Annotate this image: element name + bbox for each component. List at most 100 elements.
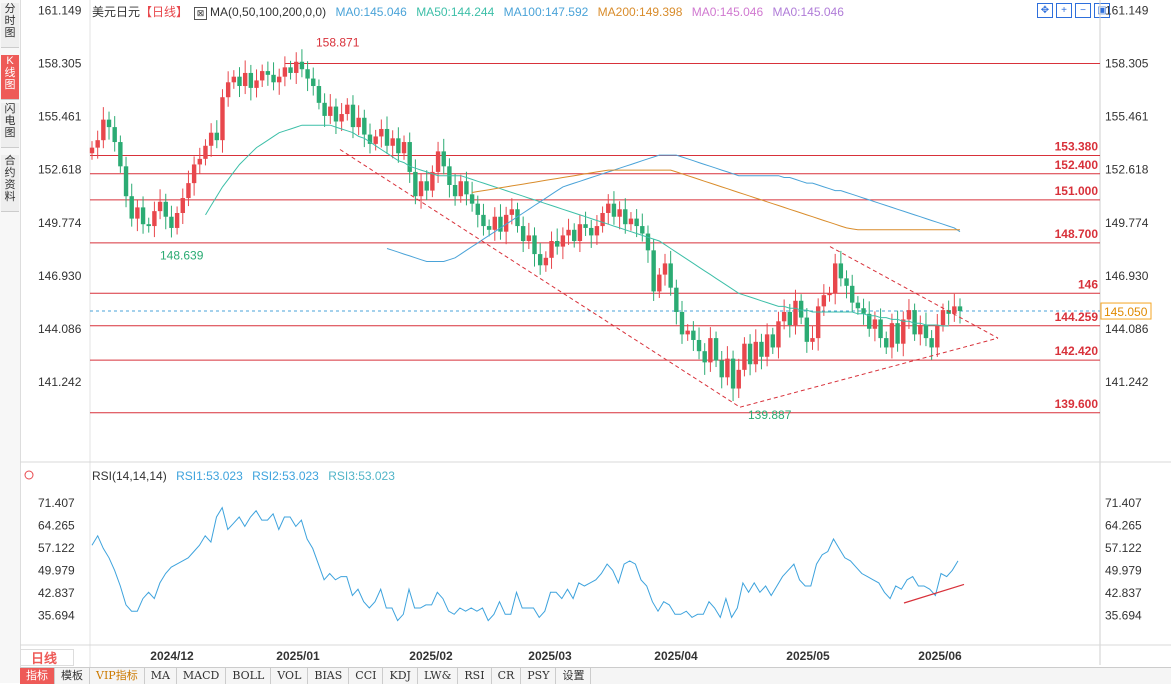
level-label: 144.259	[1055, 310, 1099, 324]
zoom-in-icon[interactable]: +	[1056, 3, 1072, 18]
side-tab-bar: 分时图 K线图 闪电图 合约资料	[0, 0, 21, 683]
candle-body	[248, 72, 254, 88]
candle-body	[884, 338, 889, 348]
candle-body	[543, 257, 549, 266]
rsi-tick-right: 35.694	[1105, 608, 1142, 622]
indicator-tab[interactable]: LW&	[418, 668, 459, 684]
candle-body	[396, 138, 401, 154]
indicator-tab[interactable]: 模板	[55, 668, 90, 684]
candle-body	[282, 67, 288, 77]
candle-body	[583, 224, 588, 228]
candle-body	[566, 229, 571, 236]
candle-body	[753, 341, 758, 365]
candle-body	[350, 104, 356, 128]
candle-body	[594, 226, 600, 236]
indicator-tab[interactable]: BIAS	[308, 668, 350, 684]
legend-period[interactable]: 【日线】	[140, 5, 188, 19]
legend-title: 美元日元	[92, 5, 141, 19]
ma-line-ma50	[205, 124, 949, 327]
candle-body	[271, 74, 276, 83]
candle-body	[197, 158, 202, 165]
date-tick: 2025/01	[276, 649, 320, 663]
rsi-tick-right: 64.265	[1105, 519, 1142, 533]
rsi-tick-right: 49.979	[1105, 563, 1142, 577]
tab-flash[interactable]: 闪电图	[1, 103, 19, 148]
rsi-tick-left: 57.122	[38, 541, 75, 555]
candle-body	[430, 171, 435, 191]
low-annotation-2: 139.887	[748, 408, 792, 422]
indicator-tab[interactable]: CCI	[349, 668, 384, 684]
candle-body	[764, 334, 770, 357]
indicator-tab[interactable]: KDJ	[383, 668, 418, 684]
candle-body	[577, 224, 583, 242]
date-tick: 2025/05	[786, 649, 830, 663]
candle-body	[878, 319, 883, 339]
indicator-tab[interactable]: RSI	[458, 668, 492, 684]
candle-body	[952, 306, 957, 314]
candle-body	[537, 254, 543, 266]
candle-body	[486, 226, 492, 230]
candle-body	[781, 311, 787, 322]
candle-body	[736, 369, 741, 389]
indicator-tab[interactable]: CR	[492, 668, 522, 684]
chart-window: 分时图 K线图 闪电图 合约资料 美元日元【日线】 ⊠ MA(0,50,100,20…	[0, 0, 1171, 684]
tab-kline[interactable]: K线图	[1, 55, 19, 100]
candle-body	[719, 360, 724, 378]
indicator-tab[interactable]: PSY	[521, 668, 557, 684]
date-tick: 2025/02	[409, 649, 453, 663]
candle-body	[503, 214, 509, 232]
level-label: 142.420	[1055, 344, 1099, 358]
candle-body	[691, 330, 696, 340]
candle-body	[895, 323, 900, 344]
move-icon[interactable]: ✥	[1037, 3, 1053, 18]
candle-body	[106, 119, 112, 128]
indicator-tab[interactable]: VOL	[271, 668, 309, 684]
indicator-tab[interactable]: VIP指标	[90, 668, 145, 684]
candle-body	[322, 102, 327, 116]
indicator-tab[interactable]: MA	[145, 668, 177, 684]
date-tick: 2025/06	[918, 649, 962, 663]
price-tick-right: 158.305	[1105, 57, 1149, 71]
indicator-tab[interactable]: MACD	[177, 668, 227, 684]
candle-body	[662, 263, 668, 275]
candle-body	[311, 78, 316, 87]
candle-body	[520, 226, 526, 242]
price-tick-right: 149.774	[1105, 216, 1149, 230]
tab-contract-info[interactable]: 合约资料	[1, 155, 19, 212]
candle-body	[328, 106, 333, 116]
candle-body	[174, 213, 180, 228]
rsi-legend-rsi3: RSI3:53.023	[328, 469, 395, 483]
candle-body	[418, 181, 424, 197]
candle-body	[294, 61, 299, 73]
candle-body	[759, 341, 764, 357]
indicator-tab[interactable]: 指标	[20, 668, 55, 684]
candle-body	[572, 229, 577, 242]
candle-body	[169, 216, 174, 228]
indicator-tab[interactable]: 设置	[556, 668, 592, 684]
candle-body	[123, 166, 129, 197]
indicator-icon[interactable]: ⊠	[194, 7, 208, 20]
level-label: 146	[1078, 277, 1098, 291]
indicator-tab[interactable]: BOLL	[226, 668, 272, 684]
period-selector[interactable]: 日线 ▲	[20, 649, 74, 683]
candle-body	[940, 310, 946, 326]
chart-canvas: 161.149 161.149158.305 158.305155.461 155.4…	[20, 0, 1171, 683]
price-tick-left: 144.086	[38, 322, 82, 336]
rsi-line	[91, 506, 959, 622]
reset-icon[interactable]: ▣	[1094, 3, 1110, 18]
candle-body	[957, 306, 963, 312]
zoom-out-icon[interactable]: −	[1075, 3, 1091, 18]
indicator-tab-bar: 指标 模板 VIP指标 MA MACD BOLL VOL BIAS CCI KDJ LW& RSI CR…	[20, 667, 1171, 684]
rsi-tick-right: 57.122	[1105, 541, 1142, 555]
candle-body	[299, 61, 305, 70]
candle-body	[696, 339, 702, 352]
rsi-legend-rsi1: RSI1:53.023	[176, 469, 243, 483]
candle-body	[708, 338, 713, 363]
downtrend-line	[339, 149, 741, 408]
candle-body	[923, 325, 929, 339]
candle-body	[645, 233, 651, 251]
price-tick-right: 146.930	[1105, 269, 1149, 283]
price-tick-left: 141.242	[38, 375, 82, 389]
tab-timeshare[interactable]: 分时图	[1, 3, 19, 48]
rsi-tick-right: 42.837	[1105, 586, 1142, 600]
